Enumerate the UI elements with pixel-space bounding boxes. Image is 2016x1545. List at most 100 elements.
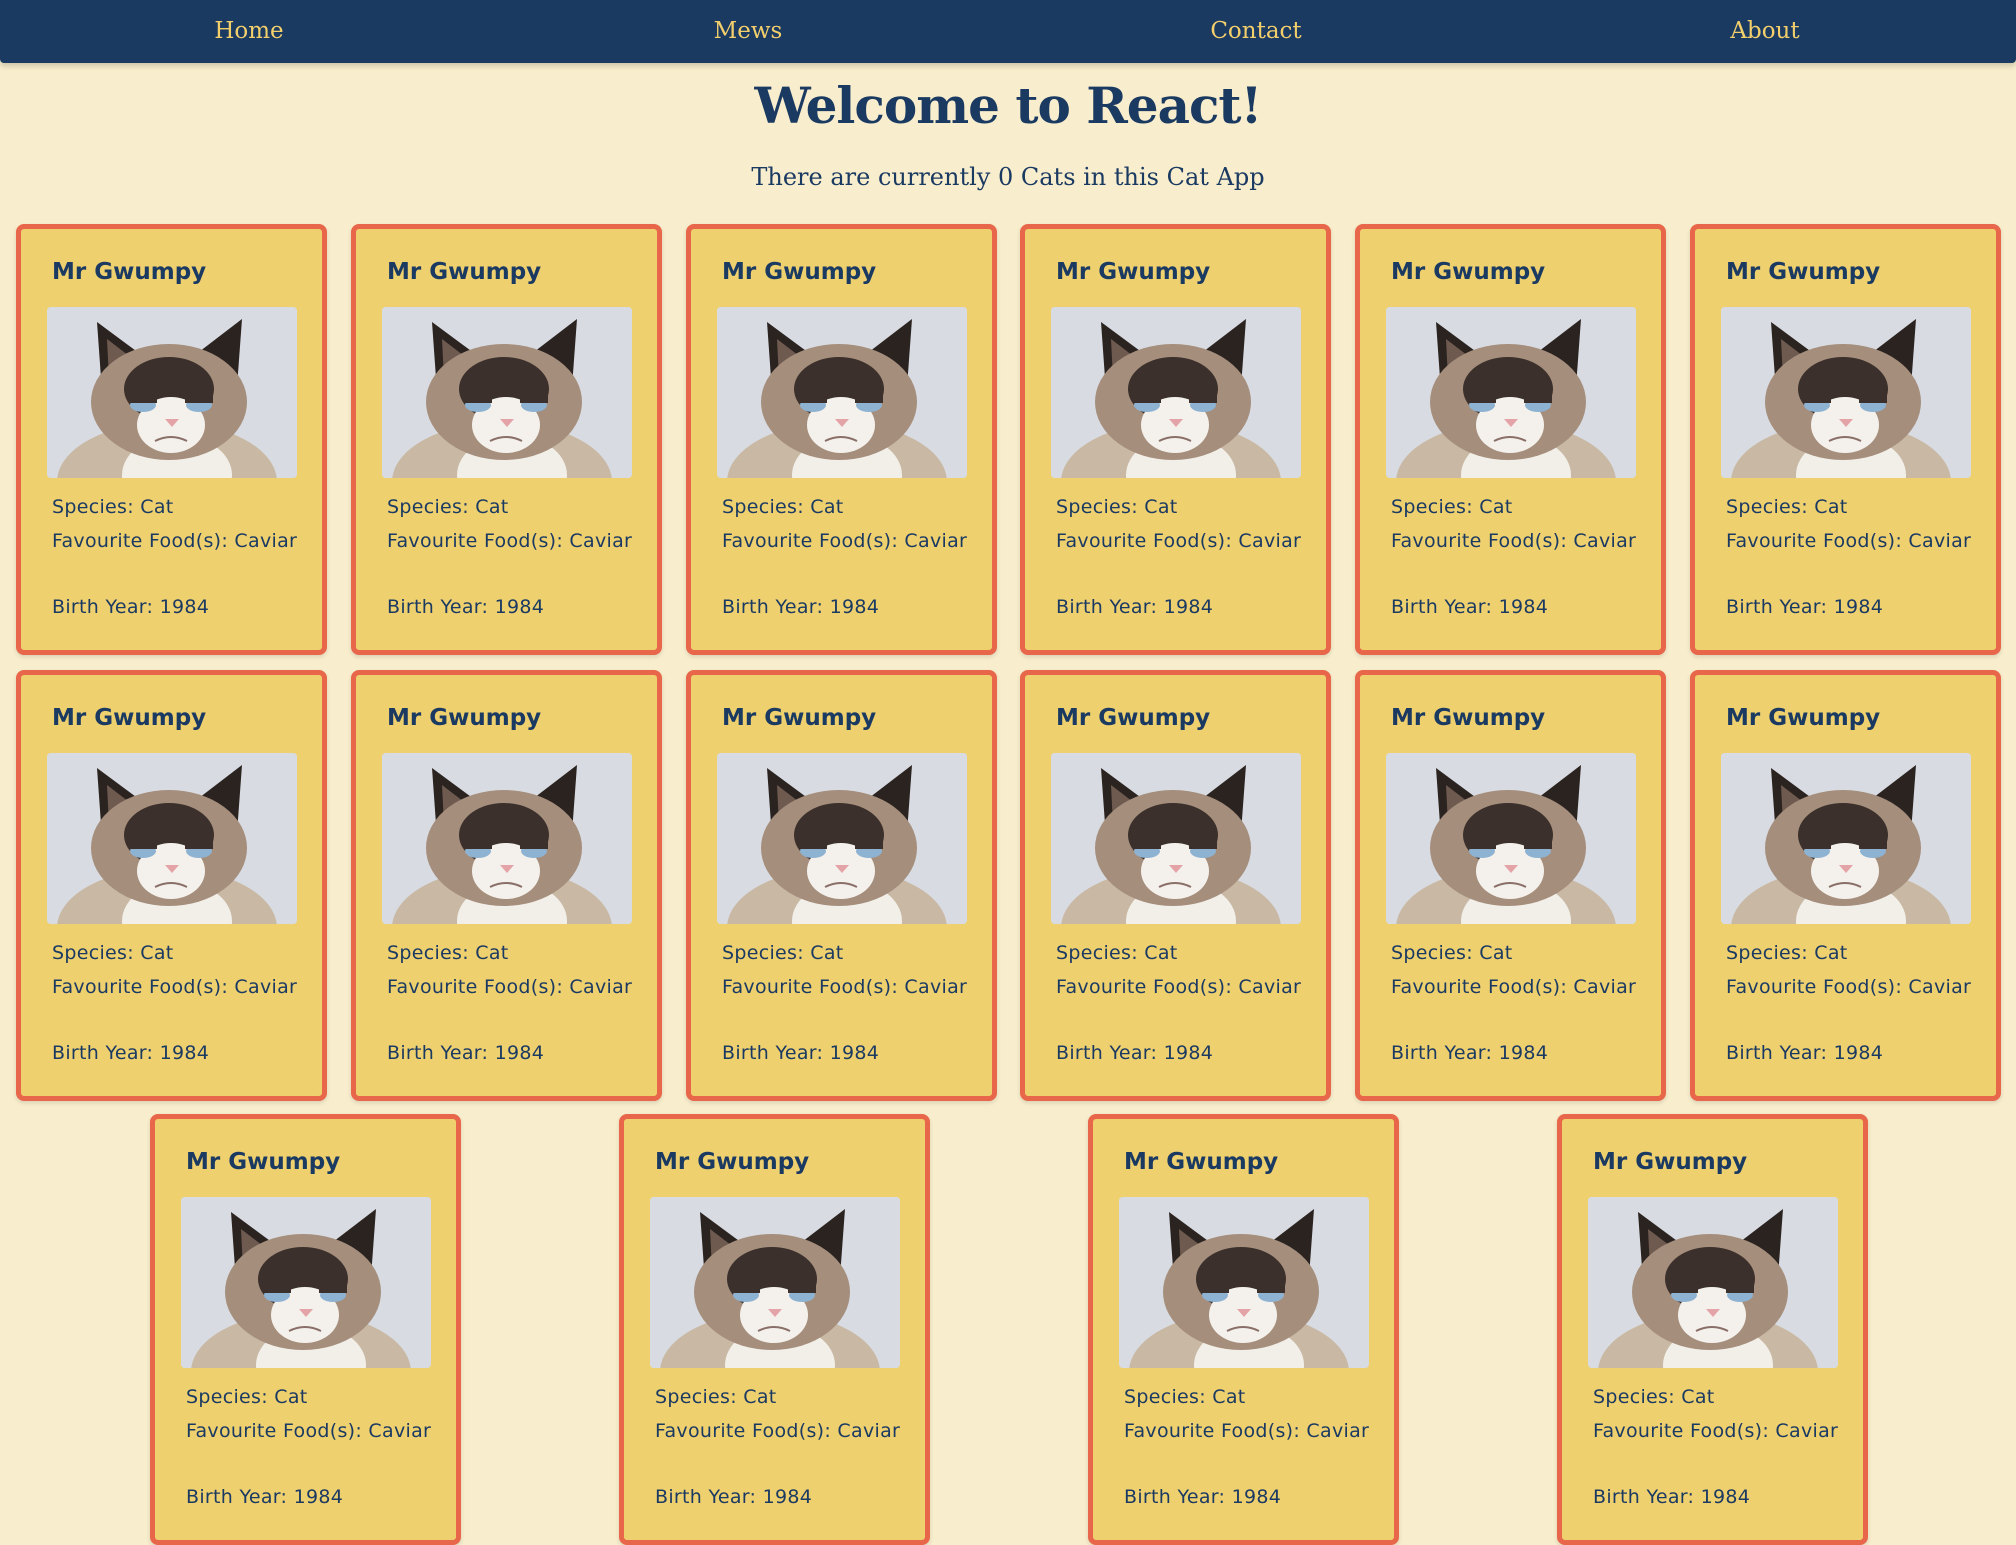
- cat-birth-year: Birth Year: 1984: [1391, 1042, 1549, 1064]
- cat-species: Species: Cat: [52, 496, 174, 518]
- nav-link-mews[interactable]: Mews: [598, 0, 898, 63]
- cat-favourite-food: Favourite Food(s): Caviar: [1391, 976, 1637, 998]
- cat-birth-year: Birth Year: 1984: [1056, 596, 1214, 618]
- cat-favourite-food: Favourite Food(s): Caviar: [1124, 1420, 1370, 1442]
- cat-name: Mr Gwumpy: [655, 1149, 810, 1175]
- cat-species: Species: Cat: [722, 942, 844, 964]
- cat-name: Mr Gwumpy: [1124, 1149, 1279, 1175]
- cat-card[interactable]: Mr Gwumpy Species: Cat Favourite Food(s)…: [686, 670, 997, 1101]
- cat-favourite-food: Favourite Food(s): Caviar: [1056, 976, 1302, 998]
- cat-species: Species: Cat: [1391, 942, 1513, 964]
- cat-species: Species: Cat: [1056, 496, 1178, 518]
- cat-name: Mr Gwumpy: [1593, 1149, 1748, 1175]
- cat-card[interactable]: Mr Gwumpy Species: Cat Favourite Food(s)…: [1020, 670, 1331, 1101]
- cat-name: Mr Gwumpy: [387, 259, 542, 285]
- grumpy-cat-photo: [1386, 753, 1636, 924]
- cat-species: Species: Cat: [52, 942, 174, 964]
- cat-card[interactable]: Mr Gwumpy Species: Cat Favourite Food(s)…: [686, 224, 997, 655]
- cat-name: Mr Gwumpy: [1726, 705, 1881, 731]
- cat-name: Mr Gwumpy: [52, 259, 207, 285]
- cat-name: Mr Gwumpy: [52, 705, 207, 731]
- cat-card[interactable]: Mr Gwumpy Species: Cat Favourite Food(s)…: [1088, 1114, 1399, 1545]
- cat-birth-year: Birth Year: 1984: [1391, 596, 1549, 618]
- grumpy-cat-photo: [47, 307, 297, 478]
- cat-favourite-food: Favourite Food(s): Caviar: [1726, 530, 1972, 552]
- cat-birth-year: Birth Year: 1984: [387, 1042, 545, 1064]
- cat-card[interactable]: Mr Gwumpy Species: Cat Favourite Food(s)…: [351, 224, 662, 655]
- cat-card[interactable]: Mr Gwumpy Species: Cat Favourite Food(s)…: [16, 670, 327, 1101]
- cat-birth-year: Birth Year: 1984: [1056, 1042, 1214, 1064]
- cat-species: Species: Cat: [655, 1386, 777, 1408]
- cat-card[interactable]: Mr Gwumpy Species: Cat Favourite Food(s)…: [1557, 1114, 1868, 1545]
- grumpy-cat-photo: [181, 1197, 431, 1368]
- cat-card[interactable]: Mr Gwumpy Species: Cat Favourite Food(s)…: [1020, 224, 1331, 655]
- cat-card[interactable]: Mr Gwumpy Species: Cat Favourite Food(s)…: [1690, 224, 2001, 655]
- cat-birth-year: Birth Year: 1984: [1593, 1486, 1751, 1508]
- cat-favourite-food: Favourite Food(s): Caviar: [52, 976, 298, 998]
- grumpy-cat-photo: [1721, 307, 1971, 478]
- cat-species: Species: Cat: [1726, 942, 1848, 964]
- grumpy-cat-photo: [1386, 307, 1636, 478]
- cat-species: Species: Cat: [1593, 1386, 1715, 1408]
- cat-favourite-food: Favourite Food(s): Caviar: [655, 1420, 901, 1442]
- cat-name: Mr Gwumpy: [186, 1149, 341, 1175]
- cat-birth-year: Birth Year: 1984: [1726, 596, 1884, 618]
- cat-favourite-food: Favourite Food(s): Caviar: [52, 530, 298, 552]
- grumpy-cat-photo: [1051, 753, 1301, 924]
- cat-favourite-food: Favourite Food(s): Caviar: [1726, 976, 1972, 998]
- cat-card[interactable]: Mr Gwumpy Species: Cat Favourite Food(s)…: [16, 224, 327, 655]
- cat-species: Species: Cat: [1391, 496, 1513, 518]
- cat-favourite-food: Favourite Food(s): Caviar: [387, 976, 633, 998]
- cat-card[interactable]: Mr Gwumpy Species: Cat Favourite Food(s)…: [619, 1114, 930, 1545]
- cat-birth-year: Birth Year: 1984: [52, 596, 210, 618]
- cat-favourite-food: Favourite Food(s): Caviar: [1593, 1420, 1839, 1442]
- cat-name: Mr Gwumpy: [722, 259, 877, 285]
- cat-card[interactable]: Mr Gwumpy Species: Cat Favourite Food(s)…: [1355, 224, 1666, 655]
- cat-birth-year: Birth Year: 1984: [1726, 1042, 1884, 1064]
- cat-favourite-food: Favourite Food(s): Caviar: [186, 1420, 432, 1442]
- cat-birth-year: Birth Year: 1984: [722, 596, 880, 618]
- cat-favourite-food: Favourite Food(s): Caviar: [722, 530, 968, 552]
- cat-name: Mr Gwumpy: [1056, 705, 1211, 731]
- cat-favourite-food: Favourite Food(s): Caviar: [387, 530, 633, 552]
- cat-name: Mr Gwumpy: [1391, 705, 1546, 731]
- cat-name: Mr Gwumpy: [722, 705, 877, 731]
- cat-card[interactable]: Mr Gwumpy Species: Cat Favourite Food(s)…: [1690, 670, 2001, 1101]
- cat-birth-year: Birth Year: 1984: [722, 1042, 880, 1064]
- cat-species: Species: Cat: [186, 1386, 308, 1408]
- cat-species: Species: Cat: [1726, 496, 1848, 518]
- cat-name: Mr Gwumpy: [387, 705, 542, 731]
- cat-card[interactable]: Mr Gwumpy Species: Cat Favourite Food(s)…: [1355, 670, 1666, 1101]
- cat-birth-year: Birth Year: 1984: [1124, 1486, 1282, 1508]
- grumpy-cat-photo: [1588, 1197, 1838, 1368]
- grumpy-cat-photo: [717, 307, 967, 478]
- grumpy-cat-photo: [650, 1197, 900, 1368]
- cat-species: Species: Cat: [722, 496, 844, 518]
- cat-name: Mr Gwumpy: [1056, 259, 1211, 285]
- page-title: Welcome to React!: [754, 76, 1263, 135]
- nav-link-home[interactable]: Home: [99, 0, 399, 63]
- grumpy-cat-photo: [1119, 1197, 1369, 1368]
- cat-card[interactable]: Mr Gwumpy Species: Cat Favourite Food(s)…: [351, 670, 662, 1101]
- cat-birth-year: Birth Year: 1984: [52, 1042, 210, 1064]
- cat-birth-year: Birth Year: 1984: [186, 1486, 344, 1508]
- navbar: Home Mews Contact About: [0, 0, 2016, 63]
- nav-link-about[interactable]: About: [1615, 0, 1915, 63]
- cat-card[interactable]: Mr Gwumpy Species: Cat Favourite Food(s)…: [150, 1114, 461, 1545]
- cat-birth-year: Birth Year: 1984: [387, 596, 545, 618]
- cat-species: Species: Cat: [1124, 1386, 1246, 1408]
- cat-species: Species: Cat: [387, 496, 509, 518]
- cat-count-subtitle: There are currently 0 Cats in this Cat A…: [751, 163, 1265, 191]
- cat-favourite-food: Favourite Food(s): Caviar: [1391, 530, 1637, 552]
- grumpy-cat-photo: [47, 753, 297, 924]
- cat-birth-year: Birth Year: 1984: [655, 1486, 813, 1508]
- cat-name: Mr Gwumpy: [1726, 259, 1881, 285]
- cat-species: Species: Cat: [1056, 942, 1178, 964]
- cat-favourite-food: Favourite Food(s): Caviar: [1056, 530, 1302, 552]
- cat-name: Mr Gwumpy: [1391, 259, 1546, 285]
- nav-link-contact[interactable]: Contact: [1106, 0, 1406, 63]
- grumpy-cat-photo: [717, 753, 967, 924]
- grumpy-cat-photo: [1721, 753, 1971, 924]
- grumpy-cat-photo: [382, 753, 632, 924]
- cat-species: Species: Cat: [387, 942, 509, 964]
